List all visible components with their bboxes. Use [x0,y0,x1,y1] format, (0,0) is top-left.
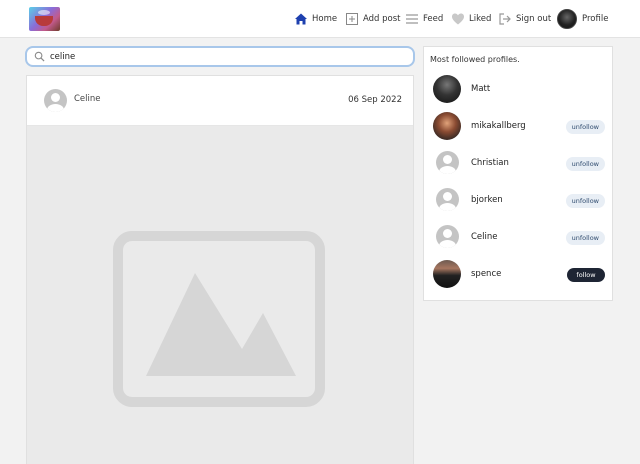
most-followed-panel: Most followed profiles. Matt mikakallber… [423,46,613,301]
unfollow-button[interactable]: unfollow [565,120,605,134]
site-logo[interactable] [29,7,60,31]
avatar-placeholder [436,225,459,248]
home-icon [294,12,308,26]
post-header: Celine 06 Sep 2022 [27,76,413,126]
search-bar [25,46,415,67]
top-navigation: Home Add post Feed Liked Sign out Profil… [0,0,640,38]
avatar-placeholder [436,151,459,174]
nav-add-post[interactable]: Add post [345,0,401,38]
post-author-avatar[interactable] [44,89,67,112]
profile-name: bjorken [471,195,503,205]
search-icon [34,51,45,62]
nav-sign-out-label: Sign out [516,14,552,24]
menu-lines-icon [405,12,419,26]
avatar [433,112,461,140]
nav-feed[interactable]: Feed [405,0,443,38]
nav-liked[interactable]: Liked [451,0,491,38]
nav-add-post-label: Add post [363,14,401,24]
nav-home-label: Home [312,14,338,24]
add-square-icon [345,12,359,26]
avatar [433,260,461,288]
profile-name: Matt [471,84,491,94]
logo-steam [38,10,50,15]
profile-row-celine[interactable]: Celine unfollow [424,220,612,252]
heart-icon [451,12,465,26]
profile-row-mikakallberg[interactable]: mikakallberg unfollow [424,109,612,141]
profile-row-bjorken[interactable]: bjorken unfollow [424,183,612,215]
unfollow-button[interactable]: unfollow [565,157,605,171]
post-date: 06 Sep 2022 [348,95,402,105]
panel-title: Most followed profiles. [430,55,520,64]
profile-name: Celine [471,232,498,242]
post-image[interactable] [27,126,413,464]
avatar [433,75,461,103]
profile-name: spence [471,269,502,279]
nav-home[interactable]: Home [294,0,337,38]
profile-row-christian[interactable]: Christian unfollow [424,146,612,178]
profile-name: mikakallberg [471,121,526,131]
follow-button[interactable]: follow [567,268,605,282]
nav-liked-label: Liked [469,14,492,24]
profile-avatar [557,9,577,29]
unfollow-button[interactable]: unfollow [565,194,605,208]
avatar-placeholder [436,188,459,211]
sign-out-icon [498,12,512,26]
search-input[interactable] [50,51,390,62]
nav-profile-label: Profile [582,14,609,24]
nav-sign-out[interactable]: Sign out [498,0,551,38]
unfollow-button[interactable]: unfollow [565,231,605,245]
logo-cup [35,16,53,26]
image-placeholder-icon [113,231,325,407]
profile-row-spence[interactable]: spence follow [424,257,612,289]
nav-feed-label: Feed [423,14,444,24]
profile-row-matt[interactable]: Matt [424,72,612,104]
post-author-name[interactable]: Celine [74,94,101,104]
profile-name: Christian [471,158,509,168]
nav-profile[interactable]: Profile [557,0,608,38]
post-card: Celine 06 Sep 2022 [26,75,414,464]
